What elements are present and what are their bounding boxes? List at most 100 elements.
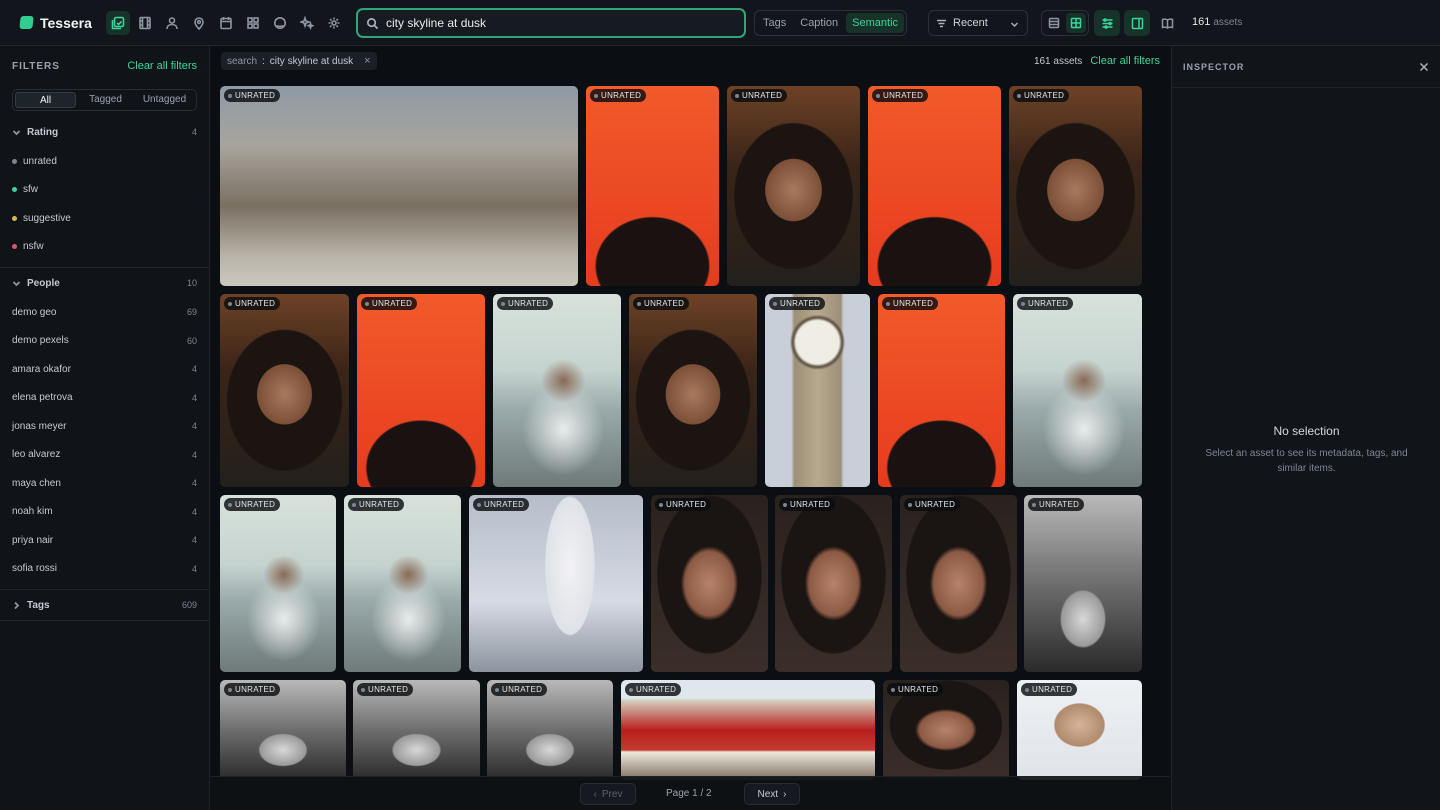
- rating-badge: UNRATED: [872, 89, 929, 102]
- rating-badge: UNRATED: [224, 297, 281, 310]
- person-item[interactable]: maya chen 4: [0, 469, 209, 498]
- calendar-icon[interactable]: [214, 11, 238, 35]
- close-icon[interactable]: [1419, 62, 1429, 72]
- person-item[interactable]: elena petrova 4: [0, 384, 209, 413]
- segment-untagged[interactable]: Untagged: [135, 92, 194, 108]
- asset-thumbnail[interactable]: UNRATED: [868, 86, 1001, 286]
- rating-badge: UNRATED: [1028, 498, 1085, 511]
- asset-thumbnail[interactable]: UNRATED: [1009, 86, 1142, 286]
- tags-header[interactable]: Tags 609: [0, 590, 209, 620]
- asset-thumbnail[interactable]: UNRATED: [220, 294, 349, 487]
- person-item[interactable]: leo alvarez 4: [0, 441, 209, 470]
- list-view-icon[interactable]: [1044, 13, 1064, 33]
- search-input[interactable]: [386, 16, 726, 30]
- rating-dot: [12, 187, 17, 193]
- mode-semantic[interactable]: Semantic: [846, 13, 905, 33]
- book-icon[interactable]: [1154, 10, 1180, 36]
- filters-title: FILTERS: [12, 60, 60, 72]
- asset-thumbnail[interactable]: UNRATED: [900, 495, 1017, 672]
- status-dot-icon: [886, 301, 890, 306]
- asset-thumbnail[interactable]: UNRATED: [621, 680, 875, 780]
- segment-tagged[interactable]: Tagged: [76, 92, 135, 108]
- rating-badge-label: UNRATED: [368, 685, 409, 694]
- top-bar: Tessera Tags Caption Semantic Recent 161…: [0, 0, 1440, 46]
- film-icon[interactable]: [133, 11, 157, 35]
- asset-thumbnail[interactable]: UNRATED: [651, 495, 768, 672]
- status-dot-icon: [228, 301, 232, 306]
- rating-badge: UNRATED: [633, 297, 690, 310]
- rating-sfw[interactable]: sfw: [0, 176, 209, 205]
- rating-suggestive[interactable]: suggestive: [0, 204, 209, 233]
- asset-thumbnail[interactable]: UNRATED: [1024, 495, 1142, 672]
- asset-thumbnail[interactable]: UNRATED: [727, 86, 860, 286]
- rating-badge: UNRATED: [625, 683, 682, 696]
- gear-icon[interactable]: [322, 11, 346, 35]
- status-dot-icon: [228, 93, 232, 98]
- asset-thumbnail[interactable]: UNRATED: [883, 680, 1009, 780]
- status-dot-icon: [365, 301, 369, 306]
- rating-badge-label: UNRATED: [780, 299, 821, 308]
- asset-thumbnail[interactable]: UNRATED: [1013, 294, 1142, 487]
- asset-grid: UNRATED UNRATED UNRATED UNRATED UNRATED UNRAT…: [211, 46, 1170, 810]
- mode-caption[interactable]: Caption: [794, 13, 844, 33]
- rating-badge: UNRATED: [779, 498, 836, 511]
- clear-filters-link[interactable]: Clear all filters: [127, 60, 197, 72]
- next-button[interactable]: Next ›: [744, 783, 800, 805]
- asset-thumbnail[interactable]: UNRATED: [586, 86, 719, 286]
- people-header[interactable]: People 10: [0, 268, 209, 298]
- sort-value: Recent: [953, 17, 988, 29]
- rating-badge-label: UNRATED: [359, 500, 400, 509]
- asset-thumbnail[interactable]: UNRATED: [344, 495, 461, 672]
- app-logo[interactable]: Tessera: [19, 15, 104, 31]
- asset-thumbnail[interactable]: UNRATED: [775, 495, 892, 672]
- asset-thumbnail[interactable]: UNRATED: [487, 680, 613, 780]
- person-item[interactable]: noah kim 4: [0, 498, 209, 527]
- location-pin-icon[interactable]: [187, 11, 211, 35]
- inspector-toggle-icon[interactable]: [1124, 10, 1150, 36]
- grid-icon[interactable]: [241, 11, 265, 35]
- rating-unrated[interactable]: unrated: [0, 147, 209, 176]
- person-item[interactable]: jonas meyer 4: [0, 412, 209, 441]
- search-box[interactable]: [356, 8, 746, 38]
- rating-badge-label: UNRATED: [666, 500, 707, 509]
- asset-thumbnail[interactable]: UNRATED: [357, 294, 485, 487]
- rating-header[interactable]: Rating 4: [0, 117, 209, 147]
- library-icon[interactable]: [106, 10, 130, 35]
- asset-thumbnail[interactable]: UNRATED: [220, 86, 578, 286]
- pagination: ‹ Prev Page 1 / 2 Next ›: [211, 776, 1170, 810]
- sort-select[interactable]: Recent: [928, 10, 1028, 36]
- person-item[interactable]: priya nair 4: [0, 526, 209, 555]
- mode-tags[interactable]: Tags: [757, 13, 792, 33]
- asset-thumbnail[interactable]: UNRATED: [765, 294, 870, 487]
- asset-thumbnail[interactable]: UNRATED: [1017, 680, 1142, 780]
- close-icon[interactable]: ×: [364, 55, 370, 67]
- asset-thumbnail[interactable]: UNRATED: [220, 680, 346, 780]
- prev-button[interactable]: ‹ Prev: [580, 783, 636, 805]
- face-icon[interactable]: [268, 11, 292, 35]
- sparkles-icon[interactable]: [295, 11, 319, 35]
- status-dot-icon: [629, 687, 633, 692]
- layout-toggle: [1041, 10, 1089, 36]
- asset-thumbnail[interactable]: UNRATED: [353, 680, 480, 780]
- grid-view-icon[interactable]: [1066, 13, 1086, 33]
- person-icon[interactable]: [160, 11, 184, 35]
- clear-filters-link[interactable]: Clear all filters: [1090, 55, 1160, 67]
- asset-thumbnail[interactable]: UNRATED: [629, 294, 757, 487]
- person-item[interactable]: demo pexels 60: [0, 327, 209, 356]
- rating-badge: UNRATED: [1013, 89, 1070, 102]
- filter-panel-toggle-icon[interactable]: [1094, 10, 1120, 36]
- rating-nsfw[interactable]: nsfw: [0, 233, 209, 262]
- search-filter-chip[interactable]: search: city skyline at dusk ×: [221, 52, 377, 70]
- asset-thumbnail[interactable]: UNRATED: [220, 495, 336, 672]
- rating-badge-label: UNRATED: [372, 299, 413, 308]
- rating-badge: UNRATED: [769, 297, 826, 310]
- segment-all[interactable]: All: [15, 92, 76, 108]
- rating-badge: UNRATED: [887, 683, 944, 696]
- person-item[interactable]: demo geo 69: [0, 298, 209, 327]
- asset-thumbnail[interactable]: UNRATED: [493, 294, 621, 487]
- rating-badge: UNRATED: [1017, 297, 1074, 310]
- person-item[interactable]: amara okafor 4: [0, 355, 209, 384]
- asset-thumbnail[interactable]: UNRATED: [469, 495, 643, 672]
- asset-thumbnail[interactable]: UNRATED: [878, 294, 1005, 487]
- person-item[interactable]: sofia rossi 4: [0, 555, 209, 584]
